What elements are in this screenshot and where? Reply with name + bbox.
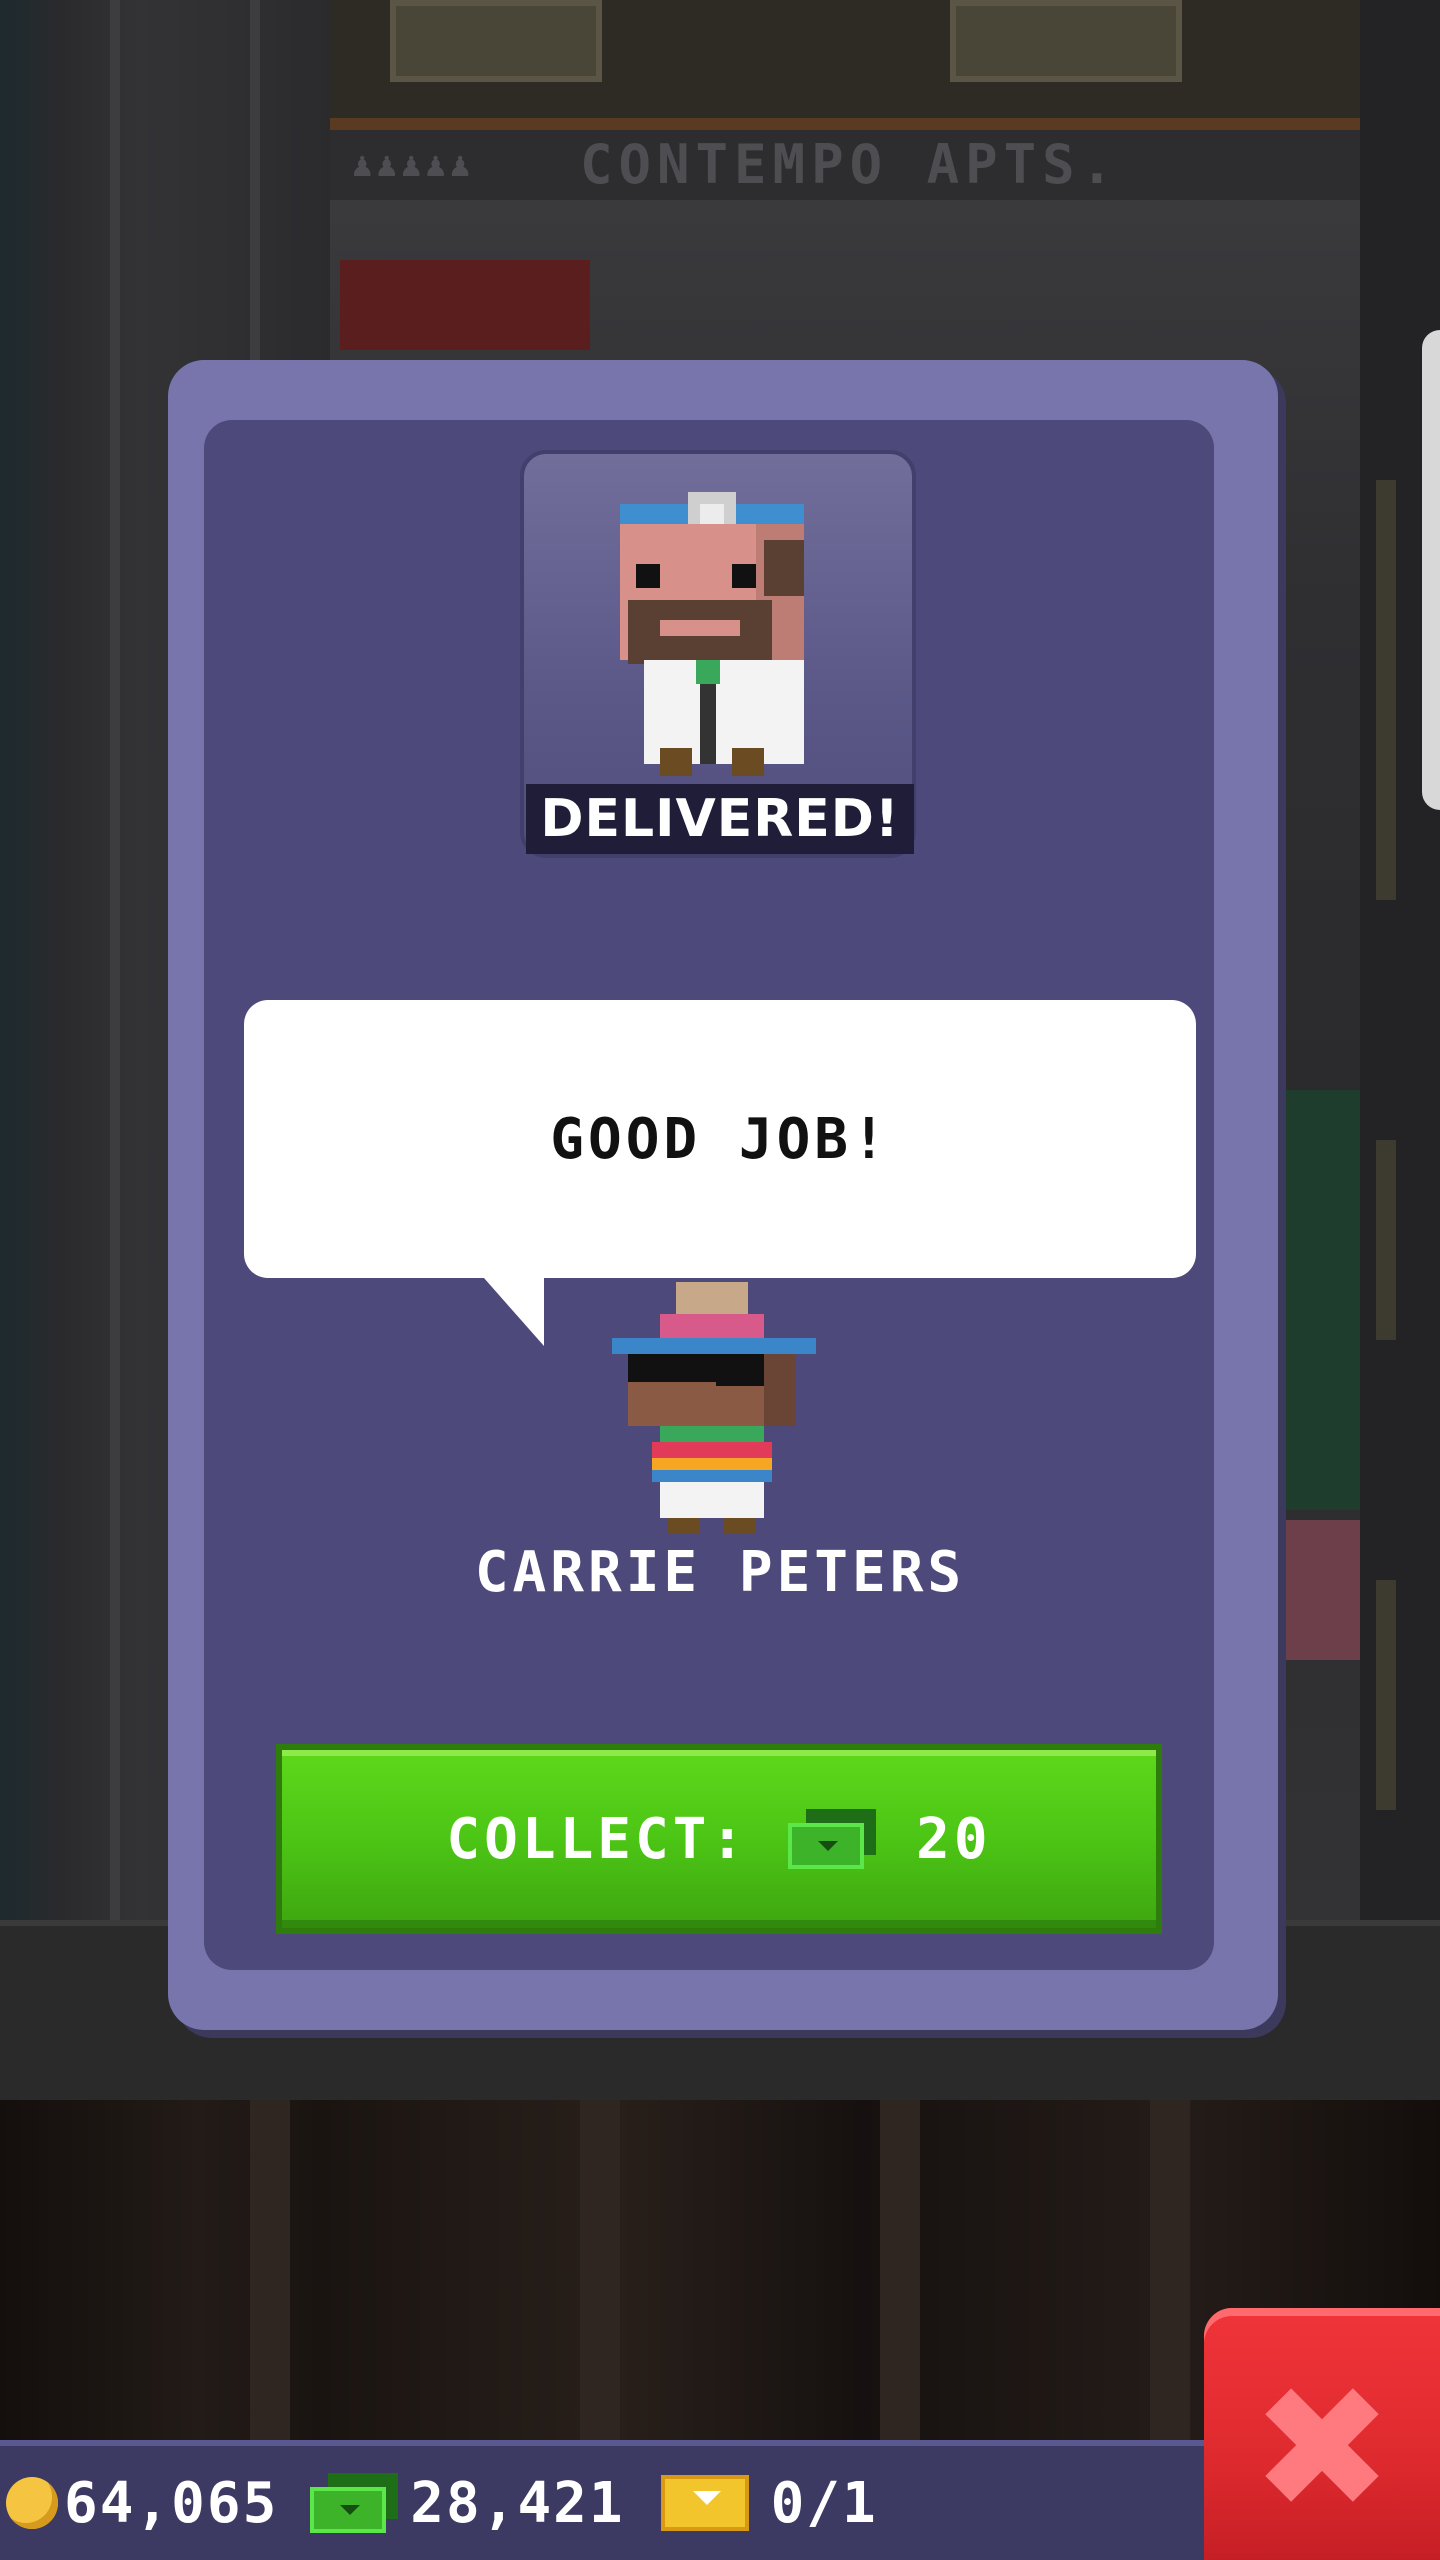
floor-top	[330, 0, 1360, 130]
coin-count: 64,065	[64, 2470, 279, 2536]
bux-count: 28,421	[410, 2470, 625, 2536]
customer-name: CARRIE PETERS	[474, 1540, 966, 1605]
right-shaft	[1360, 0, 1440, 1920]
residents-icon: ♟♟♟♟♟	[352, 145, 475, 185]
currency-bar: 64,065 28,421 0/1	[0, 2440, 1220, 2560]
collect-button[interactable]: COLLECT: 20	[276, 1744, 1162, 1934]
doctor-avatar-icon	[620, 492, 804, 776]
customer-avatar-icon	[612, 1282, 816, 1534]
ticket-icon	[660, 2475, 749, 2531]
bux-icon	[788, 1809, 877, 1869]
floor-name: CONTEMPO APTS.	[580, 133, 1120, 196]
speech-text: GOOD JOB!	[550, 1106, 890, 1172]
collect-amount: 20	[916, 1806, 992, 1872]
bux-icon	[310, 2473, 399, 2533]
close-button[interactable]: ✖	[1204, 2308, 1440, 2560]
speech-bubble-tail	[484, 1278, 544, 1346]
delivered-banner: DELIVERED!	[526, 784, 914, 854]
floor-sign: ♟♟♟♟♟ CONTEMPO APTS.	[330, 130, 1360, 200]
side-panel-handle[interactable]	[1422, 330, 1440, 810]
close-icon: ✖	[1250, 2350, 1394, 2548]
ticket-count: 0/1	[770, 2470, 878, 2536]
coin-icon	[6, 2477, 58, 2529]
collect-label: COLLECT:	[446, 1806, 749, 1872]
